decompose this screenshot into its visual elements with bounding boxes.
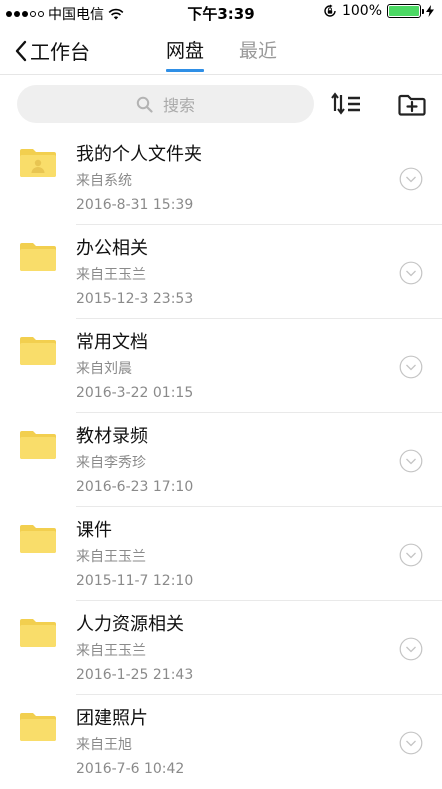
sort-icon bbox=[331, 92, 360, 115]
file-time: 2016-3-22 01:15 bbox=[76, 385, 194, 401]
folder-icon bbox=[20, 525, 56, 553]
tab-netdisk[interactable]: 网盘 bbox=[166, 36, 204, 63]
list-item[interactable]: 人力资源相关 来自王玉兰 2016-1-25 21:43 bbox=[0, 601, 442, 695]
file-name: 常用文档 bbox=[76, 332, 148, 353]
file-source: 来自王玉兰 bbox=[76, 267, 146, 283]
personal-folder-icon bbox=[20, 149, 56, 177]
list-item[interactable]: 常用文档 来自刘晨 2016-3-22 01:15 bbox=[0, 319, 442, 413]
folder-icon bbox=[20, 431, 56, 459]
chevron-left-icon bbox=[15, 40, 27, 61]
chevron-down-icon[interactable] bbox=[399, 731, 423, 755]
rotation-lock-icon bbox=[324, 4, 336, 17]
list-item[interactable]: 课件 来自王玉兰 2015-11-7 12:10 bbox=[0, 507, 442, 601]
list-item[interactable]: 团建照片 来自王旭 2016-7-6 10:42 bbox=[0, 695, 442, 789]
nav-bar: 工作台 网盘 最近 bbox=[0, 24, 442, 75]
folder-icon bbox=[20, 713, 56, 741]
battery-percent: 100% bbox=[341, 3, 382, 19]
sort-button[interactable] bbox=[330, 88, 364, 120]
chevron-down-icon[interactable] bbox=[399, 261, 423, 285]
new-folder-button[interactable] bbox=[395, 88, 429, 120]
list-item[interactable]: 我的个人文件夹 来自系统 2016-8-31 15:39 bbox=[0, 131, 442, 225]
file-source: 来自王旭 bbox=[76, 737, 132, 753]
status-right: 100% bbox=[323, 3, 434, 19]
file-source: 来自王玉兰 bbox=[76, 549, 146, 565]
tab-recent[interactable]: 最近 bbox=[239, 36, 277, 63]
chevron-down-icon[interactable] bbox=[399, 167, 423, 191]
chevron-down-icon[interactable] bbox=[399, 449, 423, 473]
list-item[interactable]: 教材录频 来自李秀珍 2016-6-23 17:10 bbox=[0, 413, 442, 507]
search-icon bbox=[136, 96, 153, 113]
file-source: 来自系统 bbox=[76, 173, 132, 189]
file-time: 2016-6-23 17:10 bbox=[76, 479, 194, 495]
new-folder-icon bbox=[398, 94, 426, 116]
file-name: 课件 bbox=[76, 520, 112, 541]
file-list: 我的个人文件夹 来自系统 2016-8-31 15:39 办公相关 来自王玉兰 … bbox=[0, 131, 442, 789]
file-source: 来自刘晨 bbox=[76, 361, 132, 377]
battery-icon bbox=[387, 4, 424, 18]
file-name: 团建照片 bbox=[76, 708, 148, 729]
file-name: 教材录频 bbox=[76, 426, 148, 447]
folder-icon bbox=[20, 337, 56, 365]
file-name: 我的个人文件夹 bbox=[76, 144, 202, 165]
chevron-down-icon[interactable] bbox=[399, 637, 423, 661]
chevron-down-icon[interactable] bbox=[399, 355, 423, 379]
charging-icon bbox=[426, 5, 434, 17]
file-source: 来自李秀珍 bbox=[76, 455, 146, 471]
search-input[interactable]: 搜索 bbox=[17, 85, 314, 123]
file-time: 2015-12-3 23:53 bbox=[76, 291, 194, 307]
file-time: 2016-1-25 21:43 bbox=[76, 667, 194, 683]
active-tab-indicator bbox=[166, 69, 204, 72]
file-time: 2016-7-6 10:42 bbox=[76, 761, 185, 777]
back-label: 工作台 bbox=[30, 40, 90, 64]
file-time: 2016-8-31 15:39 bbox=[76, 197, 194, 213]
list-item[interactable]: 办公相关 来自王玉兰 2015-12-3 23:53 bbox=[0, 225, 442, 319]
folder-icon bbox=[20, 243, 56, 271]
folder-icon bbox=[20, 619, 56, 647]
file-name: 办公相关 bbox=[76, 238, 148, 259]
file-name: 人力资源相关 bbox=[76, 614, 184, 635]
status-bar: 中国电信 下午3:39 100% bbox=[0, 0, 442, 24]
chevron-down-icon[interactable] bbox=[399, 543, 423, 567]
file-source: 来自王玉兰 bbox=[76, 643, 146, 659]
file-time: 2015-11-7 12:10 bbox=[76, 573, 194, 589]
back-button[interactable]: 工作台 bbox=[14, 36, 90, 65]
search-placeholder: 搜索 bbox=[162, 96, 195, 115]
